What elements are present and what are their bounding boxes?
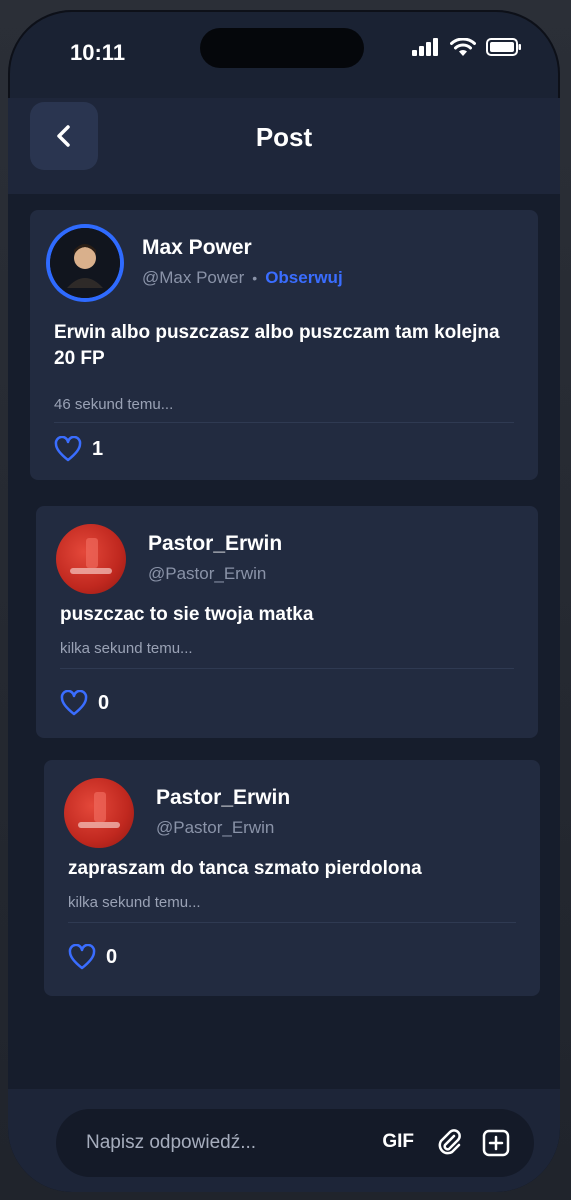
gif-button[interactable]: GIF (382, 1131, 414, 1153)
post-timestamp: kilka sekund temu... (68, 894, 201, 911)
post-timestamp: kilka sekund temu... (60, 640, 193, 657)
dynamic-island (200, 28, 364, 68)
like-button[interactable]: 1 (54, 436, 103, 462)
user-avatar-icon (50, 228, 120, 298)
status-icons (412, 38, 522, 56)
divider (60, 668, 514, 669)
user-avatar-icon (78, 792, 120, 828)
author-handle: @Pastor_Erwin (148, 564, 267, 583)
separator-dot: • (252, 270, 258, 286)
avatar[interactable] (56, 524, 126, 594)
post-text: Erwin albo puszczasz albo puszczam tam k… (54, 322, 500, 369)
author-handle: @Max Power (142, 268, 245, 287)
avatar[interactable] (50, 228, 120, 298)
heart-icon (54, 436, 82, 462)
author-name[interactable]: Max Power (142, 236, 252, 260)
post-card: Pastor_Erwin @Pastor_Erwin zapraszam do … (44, 760, 540, 996)
follow-button[interactable]: Obserwuj (265, 268, 342, 288)
author-handle: @Pastor_Erwin (156, 818, 275, 837)
header: Post (8, 98, 560, 194)
reply-bar: GIF (8, 1089, 560, 1192)
post-text: zapraszam do tanca szmato pierdolona (68, 858, 422, 879)
reply-input[interactable] (84, 1131, 338, 1155)
avatar[interactable] (64, 778, 134, 848)
reply-box: GIF (56, 1109, 534, 1177)
post-timestamp: 46 sekund temu... (54, 396, 174, 413)
author-meta: @Pastor_Erwin (156, 818, 274, 838)
battery-icon (486, 38, 521, 56)
like-count: 1 (92, 437, 104, 460)
status-time: 10:11 (70, 40, 126, 65)
image-add-icon[interactable] (480, 1127, 512, 1159)
heart-icon (68, 944, 96, 970)
screen: 10:11 Post Max Power @Max Power • Obserw… (8, 10, 560, 1192)
user-avatar-icon (70, 538, 112, 574)
wifi-icon (450, 38, 476, 56)
author-name[interactable]: Pastor_Erwin (156, 786, 290, 810)
heart-icon (60, 690, 88, 716)
author-meta: @Max Power • Obserwuj (142, 268, 343, 288)
like-button[interactable]: 0 (60, 690, 109, 716)
post-card: Pastor_Erwin @Pastor_Erwin puszczac to s… (36, 506, 538, 738)
post-card: Max Power @Max Power • Obserwuj Erwin al… (30, 210, 538, 480)
signal-icon (412, 38, 438, 56)
like-count: 0 (106, 945, 118, 968)
page-title: Post (255, 122, 313, 152)
status-bar: 10:11 (8, 10, 560, 90)
author-name[interactable]: Pastor_Erwin (148, 532, 282, 556)
divider (54, 422, 514, 423)
post-text: puszczac to sie twoja matka (60, 604, 314, 625)
phone-frame: 10:11 Post Max Power @Max Power • Obserw… (0, 0, 571, 1200)
like-count: 0 (98, 691, 110, 714)
paperclip-icon[interactable] (434, 1127, 466, 1159)
like-button[interactable]: 0 (68, 944, 117, 970)
post-feed: Max Power @Max Power • Obserwuj Erwin al… (8, 194, 560, 1089)
divider (68, 922, 516, 923)
author-meta: @Pastor_Erwin (148, 564, 266, 584)
